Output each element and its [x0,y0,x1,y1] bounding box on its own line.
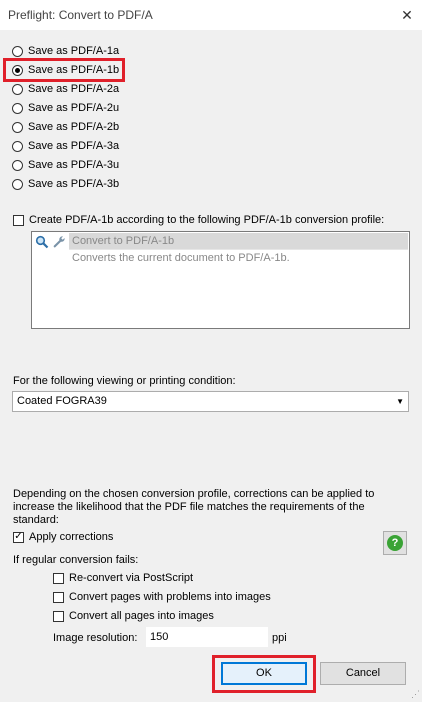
radio-button[interactable] [12,45,23,57]
wrench-icon [53,236,65,248]
radio-pdfa-1a[interactable]: Save as PDF/A-1a [12,43,119,59]
apply-corrections-checkbox[interactable]: ✓ [13,531,24,543]
radio-label: Save as PDF/A-3u [28,159,120,171]
convert-problem-pages-checkbox[interactable] [53,591,64,603]
profile-checkbox[interactable] [13,214,24,226]
fallback-label: If regular conversion fails: [13,554,139,566]
apply-corrections-label: Apply corrections [29,531,114,543]
convert-all-pages-label: Convert all pages into images [69,610,214,622]
resolution-unit: ppi [272,632,287,644]
profile-list[interactable]: Convert to PDF/A-1b Converts the current… [31,231,410,329]
profile-checkbox-row[interactable]: Create PDF/A-1b according to the followi… [13,214,384,226]
help-button[interactable]: ? [383,531,407,555]
condition-select[interactable]: Coated FOGRA39 ▼ [12,391,409,412]
radio-pdfa-3a[interactable]: Save as PDF/A-3a [12,138,119,154]
radio-pdfa-2a[interactable]: Save as PDF/A-2a [12,81,119,97]
corrections-info: Depending on the chosen conversion profi… [13,488,375,526]
radio-label: Save as PDF/A-2a [28,83,120,95]
radio-button[interactable] [12,121,23,133]
resolution-label: Image resolution: [53,632,138,644]
convert-problem-pages-row[interactable]: Convert pages with problems into images [53,591,271,603]
reconvert-checkbox[interactable] [53,572,64,584]
radio-button[interactable] [12,159,23,171]
selection-highlight [3,58,125,82]
ok-highlight [212,655,316,693]
radio-button[interactable] [12,140,23,152]
radio-label: Save as PDF/A-3a [28,140,120,152]
reconvert-row[interactable]: Re-convert via PostScript [53,572,193,584]
radio-label: Save as PDF/A-3b [28,178,120,190]
condition-label: For the following viewing or printing co… [13,375,236,387]
reconvert-label: Re-convert via PostScript [69,572,194,584]
convert-all-pages-row[interactable]: Convert all pages into images [53,610,214,622]
radio-button[interactable] [12,178,23,190]
resize-grip-icon[interactable]: ⋰ [411,689,420,700]
convert-problem-pages-label: Convert pages with problems into images [69,591,271,603]
cancel-button[interactable]: Cancel [320,662,406,685]
condition-selected-value: Coated FOGRA39 [17,395,107,407]
profile-icons [35,234,69,250]
profile-list-item-description: Converts the current document to PDF/A-1… [69,249,408,266]
radio-pdfa-3b[interactable]: Save as PDF/A-3b [12,176,119,192]
close-icon[interactable]: ✕ [392,0,422,30]
radio-label: Save as PDF/A-2b [28,121,120,133]
profile-checkbox-label: Create PDF/A-1b according to the followi… [29,214,385,226]
radio-pdfa-2u[interactable]: Save as PDF/A-2u [12,100,119,116]
radio-pdfa-2b[interactable]: Save as PDF/A-2b [12,119,119,135]
window-title: Preflight: Convert to PDF/A [8,8,153,22]
magnifier-icon [35,235,49,249]
radio-button[interactable] [12,83,23,95]
convert-all-pages-checkbox[interactable] [53,610,64,622]
radio-pdfa-3u[interactable]: Save as PDF/A-3u [12,157,119,173]
apply-corrections-row[interactable]: ✓ Apply corrections [13,531,113,543]
radio-button[interactable] [12,102,23,114]
radio-label: Save as PDF/A-1a [28,45,120,57]
radio-label: Save as PDF/A-2u [28,102,120,114]
resolution-input[interactable] [146,627,268,647]
dropdown-arrow-icon: ▼ [396,397,404,406]
title-bar: Preflight: Convert to PDF/A ✕ [0,0,422,30]
profile-list-item-name[interactable]: Convert to PDF/A-1b [69,233,408,249]
help-icon: ? [387,535,403,551]
